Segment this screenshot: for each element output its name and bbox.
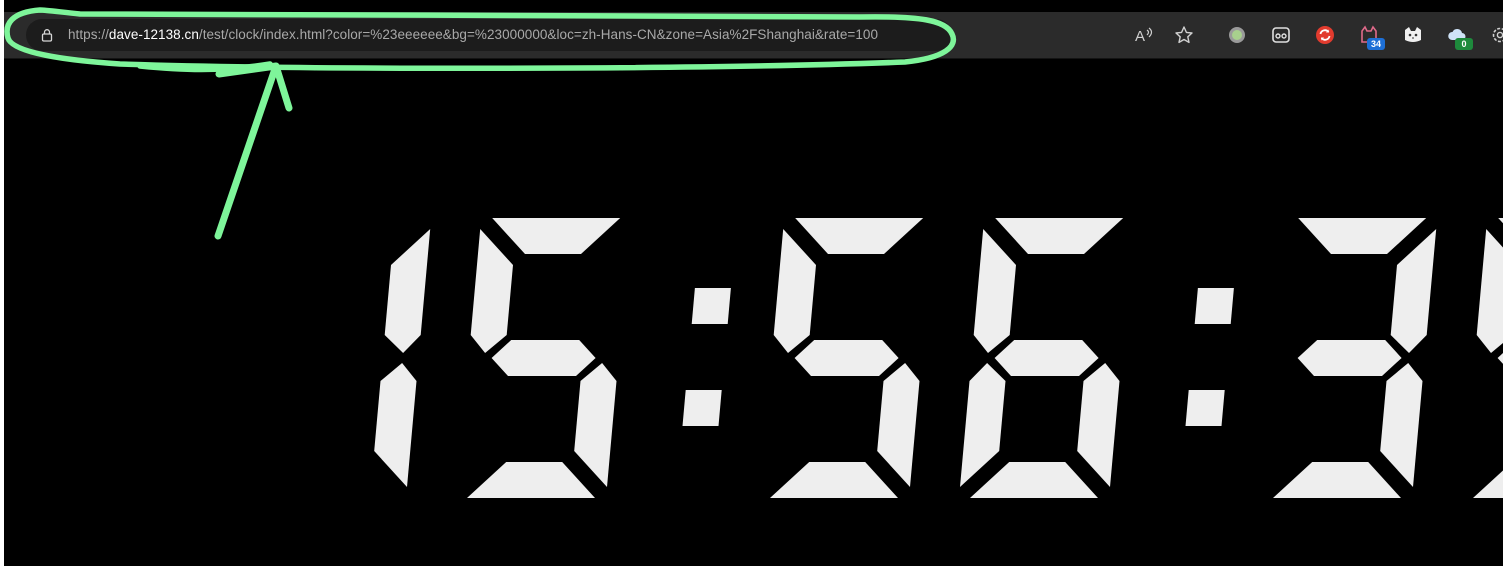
segment-c	[574, 363, 617, 487]
clock-colon-dot	[691, 288, 731, 324]
segment-c	[1380, 363, 1423, 487]
clock-digit-4: 3	[1273, 218, 1437, 498]
url-host: dave-12138.cn	[108, 27, 199, 42]
segment-c	[877, 363, 920, 487]
url-text[interactable]: https://dave-12138.cn/test/clock/index.h…	[68, 19, 878, 51]
clock-colon-dot	[1194, 288, 1234, 324]
segment-b	[1390, 229, 1437, 353]
segment-e	[960, 363, 1006, 487]
status-dot-extension-icon[interactable]	[1225, 23, 1249, 47]
settings-gear-icon[interactable]	[1488, 23, 1503, 47]
clock-page: 155635	[4, 0, 1503, 566]
favorites-star-icon[interactable]	[1172, 23, 1196, 47]
segment-g	[994, 340, 1099, 376]
segment-f	[1476, 229, 1503, 353]
segment-b	[384, 229, 431, 353]
cat-extension-icon[interactable]: 34	[1357, 23, 1385, 50]
segment-d	[970, 462, 1098, 498]
cat-extension-badge: 34	[1367, 38, 1385, 50]
cloud-extension-icon[interactable]: 0	[1445, 23, 1473, 50]
red-sync-extension-icon[interactable]	[1313, 23, 1337, 47]
segment-d	[1273, 462, 1401, 498]
segment-g	[794, 340, 899, 376]
clock-digit-5: 5	[1473, 218, 1503, 498]
segment-c	[374, 363, 417, 487]
glasses-extension-icon[interactable]	[1269, 23, 1293, 47]
segment-g	[1297, 340, 1402, 376]
segment-c	[1077, 363, 1120, 487]
segment-d	[467, 462, 595, 498]
url-path: /test/clock/index.html?color=%23eeeeee&b…	[198, 27, 878, 42]
browser-toolbar: https://dave-12138.cn/test/clock/index.h…	[4, 12, 1503, 59]
clock-colon	[1185, 288, 1234, 426]
cloud-extension-badge: 0	[1455, 38, 1473, 50]
segment-d	[1473, 470, 1503, 498]
segment-g	[491, 340, 596, 376]
cat-face-extension-icon[interactable]	[1401, 23, 1425, 47]
segment-a	[795, 218, 924, 254]
segment-f	[773, 229, 816, 353]
digital-clock: 155635	[374, 218, 1503, 498]
address-bar[interactable]: https://dave-12138.cn/test/clock/index.h…	[26, 19, 952, 51]
clock-digit-0: 1	[374, 229, 431, 487]
read-aloud-icon[interactable]: A	[1132, 23, 1156, 47]
clock-colon-dot	[682, 390, 722, 426]
segment-a	[1298, 218, 1427, 254]
clock-colon	[682, 288, 731, 426]
segment-a	[492, 218, 621, 254]
clock-digit-1: 5	[467, 218, 621, 498]
lock-icon[interactable]	[40, 28, 54, 42]
segment-f	[470, 229, 513, 353]
url-scheme: https://	[68, 27, 109, 42]
segment-a	[995, 218, 1124, 254]
clock-colon-dot	[1185, 390, 1225, 426]
clock-digit-2: 5	[770, 218, 924, 498]
segment-f	[973, 229, 1016, 353]
svg-text:A: A	[1135, 28, 1145, 44]
clock-digit-3: 6	[960, 218, 1124, 498]
segment-d	[770, 462, 898, 498]
